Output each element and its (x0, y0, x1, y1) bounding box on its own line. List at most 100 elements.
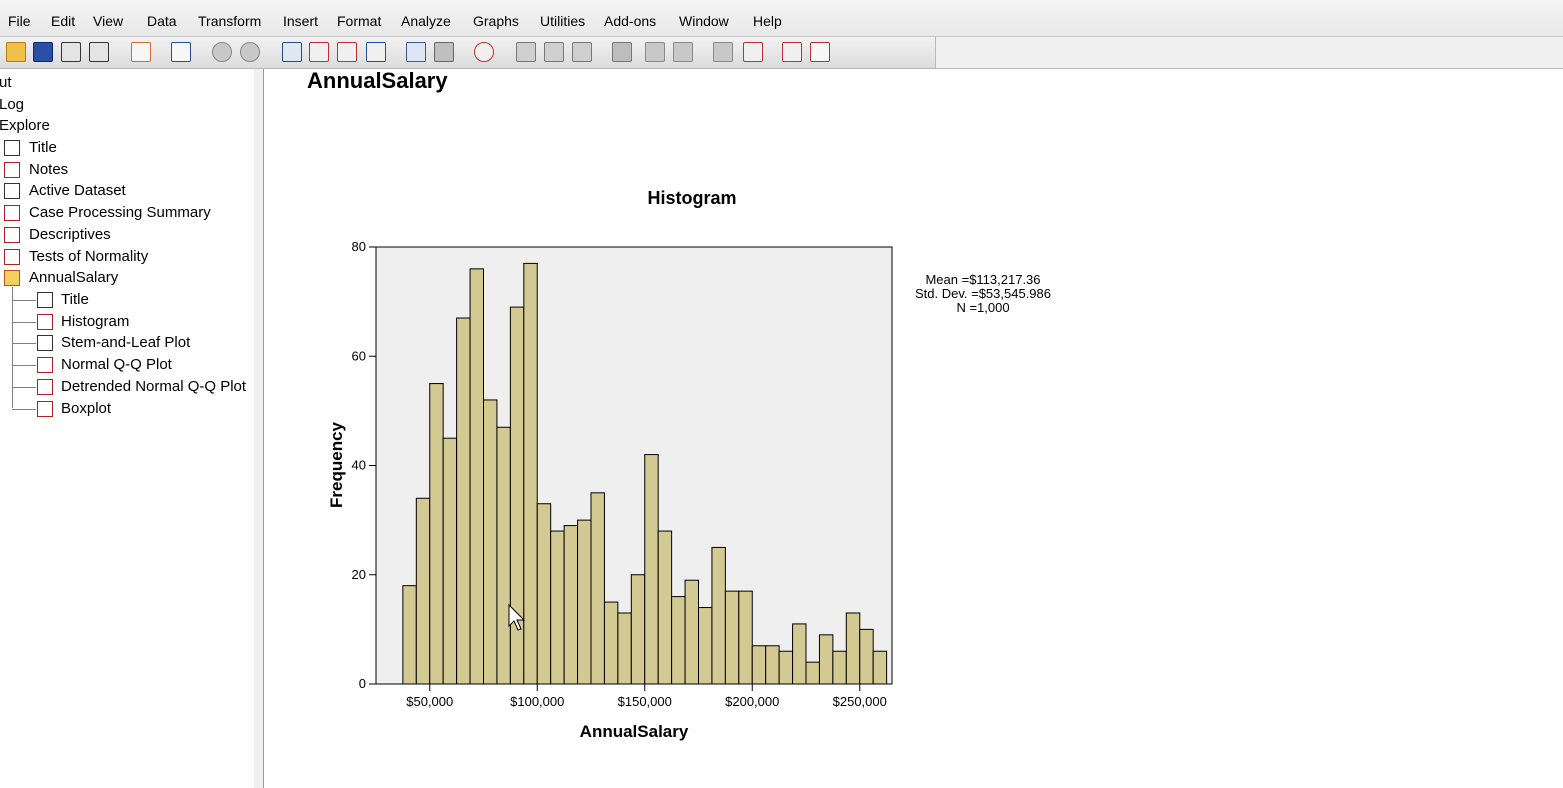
select-last-output-icon[interactable] (516, 42, 536, 62)
outline-item-label: Boxplot (61, 399, 112, 417)
outline-item-title[interactable]: Title (0, 138, 254, 158)
outline-item-label: Title (29, 139, 57, 156)
tree-connector-line (12, 321, 36, 323)
outline-item-explore[interactable]: Explore (0, 116, 254, 136)
histogram-bar (630, 574, 646, 685)
print-icon[interactable] (61, 42, 81, 62)
menu-insert[interactable]: Insert (283, 12, 318, 30)
menu-file[interactable]: File (8, 12, 31, 30)
insert-title-icon[interactable] (782, 42, 802, 62)
histogram-bar (738, 590, 753, 685)
title-icon (4, 140, 20, 156)
x-tick-label: $200,000 (725, 694, 779, 709)
histogram-bar (657, 530, 673, 685)
designate-window-icon[interactable] (474, 42, 494, 62)
histogram-bar (778, 650, 794, 685)
outline-pane: ut Log Explore Title Notes Active Dataset Case… (0, 69, 255, 788)
menu-graphs[interactable]: Graphs (473, 12, 519, 30)
menu-help[interactable]: Help (753, 12, 782, 30)
menu-data[interactable]: Data (147, 12, 177, 30)
tree-connector-line (12, 365, 36, 367)
menu-edit[interactable]: Edit (51, 12, 75, 30)
outline-item-label: Detrended Normal Q-Q Plot (61, 377, 247, 395)
goto-case-icon[interactable] (309, 42, 329, 62)
use-variable-sets-icon[interactable] (366, 42, 386, 62)
outline-item-descriptives[interactable]: Descriptives (0, 225, 254, 245)
menu-transform[interactable]: Transform (198, 12, 261, 30)
outline-item-tests-of-normality[interactable]: Tests of Normality (0, 247, 254, 267)
outline-item-annualsalary[interactable]: AnnualSalary (0, 268, 254, 288)
outline-item-stem-and-leaf-plot[interactable]: Stem-and-Leaf Plot (0, 333, 254, 353)
tree-connector-line (12, 408, 36, 410)
chart-icon (37, 313, 53, 330)
outline-item-histogram[interactable]: Histogram (0, 312, 254, 332)
notes-icon (4, 161, 20, 178)
histogram-bar (402, 585, 417, 685)
y-axis-label: Frequency (327, 421, 346, 508)
tree-connector-line (12, 287, 13, 408)
histogram-bar (751, 645, 767, 685)
menu-view[interactable]: View (93, 12, 123, 30)
outline-item-notes[interactable]: Notes (0, 160, 254, 180)
promote-icon[interactable] (544, 42, 564, 62)
redo-icon[interactable] (240, 42, 260, 62)
y-tick-label: 60 (352, 348, 366, 363)
outline-item-active-dataset[interactable]: Active Dataset (0, 181, 254, 201)
show-icon[interactable] (673, 42, 693, 62)
histogram-bar (818, 634, 834, 685)
table-icon (4, 205, 20, 222)
export-icon[interactable] (131, 42, 151, 62)
spell-check-icon[interactable] (434, 42, 454, 62)
demote-icon[interactable] (572, 42, 592, 62)
insert-text-icon[interactable] (810, 42, 830, 62)
histogram-bar (577, 519, 592, 685)
expand-icon[interactable] (612, 42, 632, 62)
outline-item-title[interactable]: Title (0, 290, 254, 310)
histogram-chart[interactable]: 0 20 40 60 80 $50,000 $100,000 $150,000 $200,000… (265, 69, 1563, 788)
outline-item-label: ut (0, 74, 12, 91)
save-icon[interactable] (33, 42, 53, 62)
histogram-bar (429, 383, 444, 685)
menu-utilities[interactable]: Utilities (540, 12, 585, 30)
histogram-bar (671, 596, 686, 685)
outline-item-boxplot[interactable]: Boxplot (0, 399, 254, 419)
outline-item-label: Stem-and-Leaf Plot (61, 334, 191, 352)
outline-item-ut[interactable]: ut (0, 73, 254, 93)
histogram-bar (805, 661, 820, 685)
toolbar-empty-area (936, 37, 1563, 69)
menu-format[interactable]: Format (337, 12, 381, 30)
x-tick-label: $100,000 (510, 694, 564, 709)
goto-data-icon[interactable] (282, 42, 302, 62)
dialog-recall-icon[interactable] (171, 42, 191, 62)
menu-analyze[interactable]: Analyze (401, 12, 451, 30)
menu-window[interactable]: Window (679, 12, 729, 30)
x-tick-label: $50,000 (406, 694, 453, 709)
outline-item-label: Title (61, 291, 89, 308)
insert-heading-icon[interactable] (743, 42, 763, 62)
show-all-variables-icon[interactable] (406, 42, 426, 62)
y-tick-label: 80 (352, 239, 366, 254)
x-tick-label: $250,000 (833, 694, 887, 709)
content-pane: AnnualSalary 0 20 40 60 80 $50,000 $100,000 $15… (265, 69, 1563, 788)
outline-item-log[interactable]: Log (0, 95, 254, 115)
tree-connector-line (12, 300, 36, 301)
undo-icon[interactable] (212, 42, 232, 62)
open-folder-icon[interactable] (6, 42, 26, 62)
variables-icon[interactable] (337, 42, 357, 62)
histogram-bar (872, 650, 888, 685)
print-preview-icon[interactable] (89, 42, 109, 62)
menu-add-ons[interactable]: Add-ons (604, 12, 656, 30)
outline-item-detrended-normal-q-q-plot[interactable]: Detrended Normal Q-Q Plot (0, 377, 254, 397)
histogram-bar (442, 437, 458, 685)
histogram-bar (711, 546, 726, 685)
folder-heading-icon (4, 270, 20, 287)
y-tick-label: 20 (352, 567, 366, 582)
pane-splitter[interactable] (254, 69, 264, 788)
histogram-bar (456, 317, 471, 685)
outline-item-case-processing-summary[interactable]: Case Processing Summary (0, 203, 254, 223)
x-tick-label: $150,000 (618, 694, 672, 709)
hide-icon[interactable] (713, 42, 733, 62)
collapse-icon[interactable] (645, 42, 665, 62)
outline-item-label: Descriptives (29, 225, 111, 243)
outline-item-normal-q-q-plot[interactable]: Normal Q-Q Plot (0, 355, 254, 375)
